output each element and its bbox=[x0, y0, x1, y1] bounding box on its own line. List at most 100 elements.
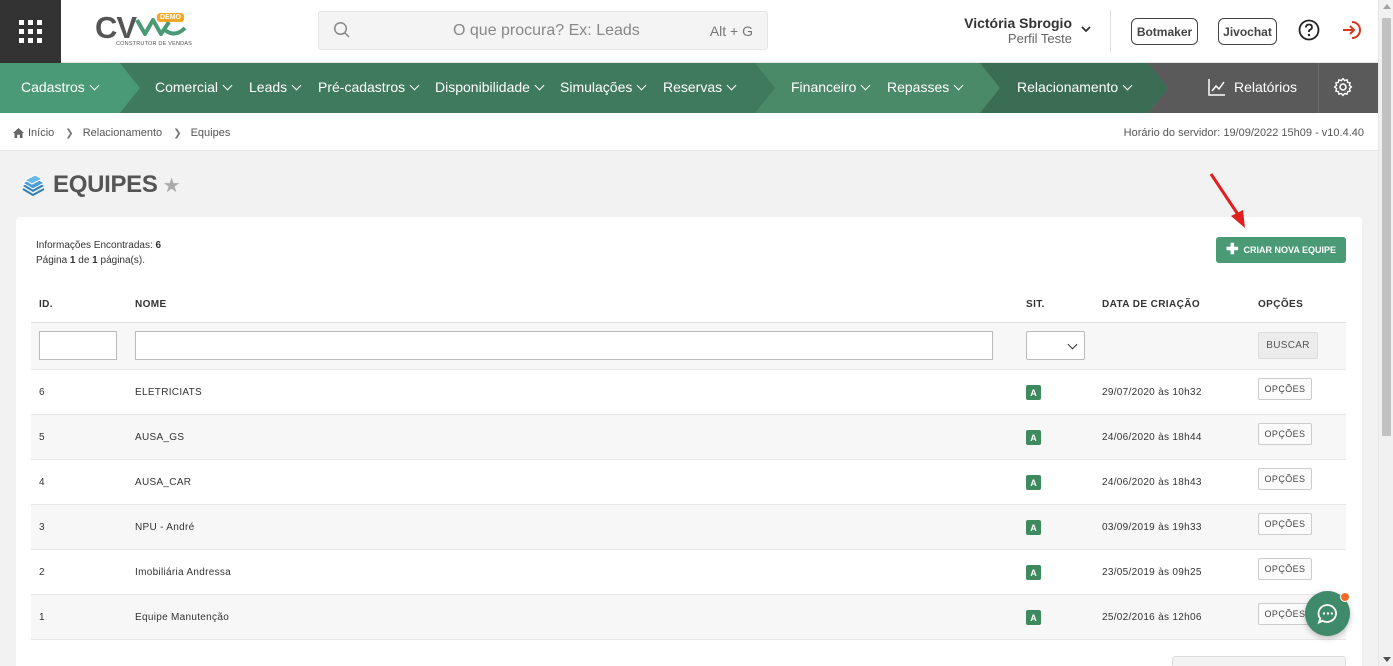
header-divider bbox=[1110, 10, 1111, 52]
table-header: ID. NOME SIT. DATA DE CRIAÇÃO OPÇÕES bbox=[31, 293, 1346, 323]
logo[interactable]: CV DEMO CONSTRUTOR DE VENDAS bbox=[95, 10, 192, 50]
nav-label: Relacionamento bbox=[1017, 79, 1119, 95]
row-created: 24/06/2020 às 18h44 bbox=[1102, 432, 1202, 443]
row-name: ELETRICIATS bbox=[135, 387, 203, 398]
chevron-down-icon bbox=[953, 80, 964, 90]
logout-icon[interactable] bbox=[1340, 19, 1362, 41]
status-badge: A bbox=[1026, 385, 1041, 400]
row-options-button[interactable]: OPÇÕES bbox=[1258, 513, 1312, 535]
search-icon bbox=[333, 21, 350, 38]
row-id: 6 bbox=[39, 387, 45, 398]
apps-menu-button[interactable] bbox=[0, 0, 61, 63]
nav-item-financeiro[interactable]: Financeiro bbox=[791, 79, 871, 95]
chevron-down-icon bbox=[409, 80, 420, 90]
table-body: 6 ELETRICIATS A 29/07/2020 às 10h32 OPÇÕES 5 A… bbox=[31, 370, 1346, 640]
filter-name-input[interactable] bbox=[135, 331, 993, 360]
nav-item-pre-cadastros[interactable]: Pré-cadastros bbox=[318, 79, 420, 95]
nav-label: Comercial bbox=[155, 79, 219, 95]
filter-status-select[interactable] bbox=[1026, 331, 1085, 360]
results-info: Informações Encontradas: 6 Página 1 de 1… bbox=[36, 238, 161, 268]
status-badge: A bbox=[1026, 520, 1041, 535]
row-name: Equipe Manutenção bbox=[135, 612, 230, 623]
team-stack-icon bbox=[22, 174, 45, 196]
col-header-created[interactable]: DATA DE CRIAÇÃO bbox=[1102, 299, 1200, 310]
row-name: AUSA_CAR bbox=[135, 477, 192, 488]
nav-item-cadastros[interactable]: Cadastros bbox=[21, 79, 100, 95]
chat-notification-dot bbox=[1340, 592, 1350, 602]
status-badge: A bbox=[1026, 610, 1041, 625]
chevron-down-icon bbox=[636, 80, 647, 90]
scroll-up-icon[interactable] bbox=[1383, 4, 1391, 9]
page-of-label: de bbox=[75, 255, 93, 266]
col-header-id[interactable]: ID. bbox=[39, 299, 53, 310]
nav-item-relacionamento[interactable]: Relacionamento bbox=[1017, 79, 1133, 95]
table-row: 2 Imobiliária Andressa A 23/05/2019 às 09h2… bbox=[31, 550, 1346, 595]
breadcrumb-inicio[interactable]: Início bbox=[28, 127, 54, 139]
main-nav: Cadastros Comercial Leads Pré-cadastros … bbox=[0, 63, 1378, 113]
apps-grid-icon bbox=[19, 20, 42, 43]
page-title: EQUIPES ★ bbox=[22, 171, 181, 199]
favorite-star-icon[interactable]: ★ bbox=[163, 173, 181, 198]
row-options-button[interactable]: OPÇÕES bbox=[1258, 378, 1312, 400]
chevron-down-icon bbox=[1122, 80, 1133, 90]
nav-item-comercial[interactable]: Comercial bbox=[155, 79, 233, 95]
results-count: 6 bbox=[155, 240, 162, 251]
search-placeholder: O que procura? Ex: Leads bbox=[453, 22, 640, 39]
page-suffix: página(s). bbox=[97, 255, 145, 266]
logo-subtitle: CONSTRUTOR DE VENDAS bbox=[116, 41, 193, 47]
chevron-down-icon bbox=[291, 80, 302, 90]
gear-icon[interactable] bbox=[1333, 77, 1353, 97]
row-options-button[interactable]: OPÇÕES bbox=[1258, 423, 1312, 445]
nav-label: Simulações bbox=[560, 79, 633, 95]
chevron-down-icon bbox=[726, 80, 737, 90]
table-row: 5 AUSA_GS A 24/06/2020 às 18h44 OPÇÕES bbox=[31, 415, 1346, 460]
row-id: 2 bbox=[39, 567, 45, 578]
row-options-button[interactable]: OPÇÕES bbox=[1258, 468, 1312, 490]
row-name: AUSA_GS bbox=[135, 432, 185, 443]
breadcrumb-separator-icon: ❯ bbox=[173, 127, 182, 139]
row-options-button[interactable]: OPÇÕES bbox=[1258, 603, 1312, 625]
line-chart-icon bbox=[1208, 79, 1225, 96]
teams-card: Informações Encontradas: 6 Página 1 de 1… bbox=[16, 217, 1362, 666]
table-row: 1 Equipe Manutenção A 25/02/2016 às 12h06 OP… bbox=[31, 595, 1346, 640]
page-heading: EQUIPES bbox=[53, 171, 158, 198]
chevron-down-icon[interactable] bbox=[1079, 22, 1093, 36]
chevron-down-icon bbox=[534, 80, 545, 90]
col-header-status[interactable]: SIT. bbox=[1026, 299, 1045, 310]
nav-item-leads[interactable]: Leads bbox=[249, 79, 302, 95]
row-options-button[interactable]: OPÇÕES bbox=[1258, 558, 1312, 580]
scrollbar-thumb[interactable] bbox=[1382, 18, 1391, 436]
col-header-name[interactable]: NOME bbox=[135, 299, 167, 310]
nav-label: Repasses bbox=[887, 79, 950, 95]
row-created: 23/05/2019 às 09h25 bbox=[1102, 567, 1202, 578]
search-button[interactable]: BUSCAR bbox=[1258, 332, 1318, 359]
chevron-down-icon bbox=[860, 80, 871, 90]
page-scrollbar[interactable] bbox=[1378, 0, 1393, 666]
filter-id-input[interactable] bbox=[39, 331, 117, 360]
row-created: 03/09/2019 às 19h33 bbox=[1102, 522, 1202, 533]
filter-row: BUSCAR bbox=[31, 323, 1346, 370]
user-profile[interactable]: Perfil Teste bbox=[930, 31, 1072, 46]
col-header-options: OPÇÕES bbox=[1258, 299, 1304, 310]
user-name[interactable]: Victória Sbrogio bbox=[930, 15, 1072, 31]
nav-item-repasses[interactable]: Repasses bbox=[887, 79, 964, 95]
nav-item-reservas[interactable]: Reservas bbox=[663, 79, 737, 95]
results-count-line: Informações Encontradas: 6 bbox=[36, 238, 161, 253]
scroll-down-icon[interactable] bbox=[1383, 657, 1391, 662]
help-icon[interactable] bbox=[1298, 19, 1320, 41]
chevron-down-icon bbox=[1067, 339, 1078, 350]
status-badge: A bbox=[1026, 475, 1041, 490]
create-team-button[interactable]: ✚ CRIAR NOVA EQUIPE bbox=[1216, 237, 1346, 263]
botmaker-button[interactable]: Botmaker bbox=[1131, 18, 1198, 45]
nav-item-disponibilidade[interactable]: Disponibilidade bbox=[435, 79, 545, 95]
jivochat-button[interactable]: Jivochat bbox=[1218, 18, 1277, 45]
global-search[interactable]: O que procura? Ex: Leads Alt + G bbox=[318, 11, 768, 50]
status-badge: A bbox=[1026, 430, 1041, 445]
nav-item-relatorios[interactable]: Relatórios bbox=[1208, 78, 1297, 96]
nav-item-simulacoes[interactable]: Simulações bbox=[560, 79, 647, 95]
breadcrumb: Início ❯ Relacionamento ❯ Equipes bbox=[13, 127, 230, 139]
breadcrumb-relacionamento[interactable]: Relacionamento bbox=[83, 127, 163, 139]
row-name: NPU - André bbox=[135, 522, 195, 533]
server-time: Horário do servidor: 19/09/2022 15h09 - … bbox=[1123, 127, 1364, 139]
nav-divider bbox=[1318, 63, 1319, 113]
